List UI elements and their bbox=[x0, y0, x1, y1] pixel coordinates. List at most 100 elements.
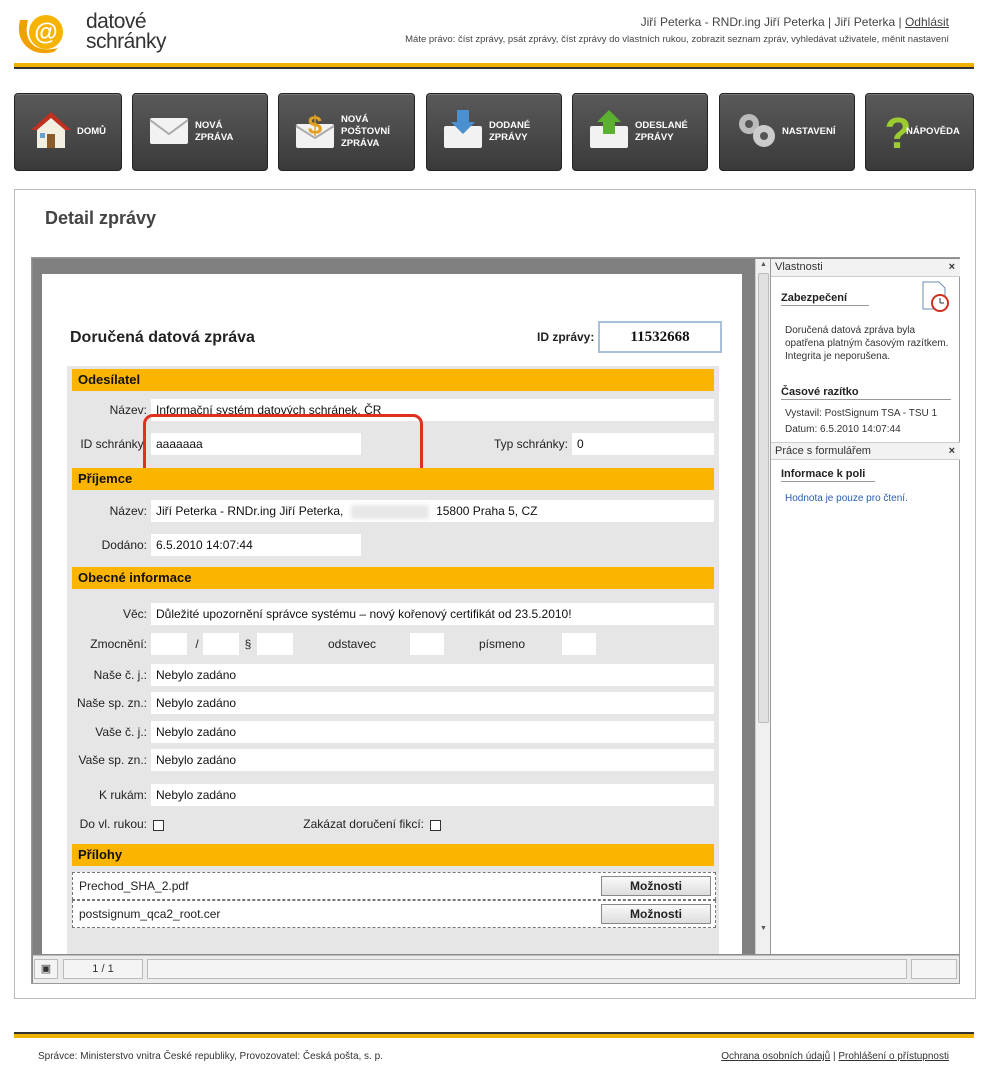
document-page: Doručená datová zpráva ID zprávy: 115326… bbox=[42, 274, 742, 954]
our-ref-label: Naše č. j.: bbox=[93, 668, 147, 682]
recipient-name-label: Název: bbox=[109, 504, 147, 518]
document-title: Doručená datová zpráva bbox=[70, 329, 255, 346]
authorization-label: Zmocnění: bbox=[90, 637, 147, 651]
main-nav: DOMŮ NOVÁ ZPRÁVA $ NOVÁ POŠTOVNÍ ZPRÁVA … bbox=[14, 93, 974, 171]
redacted-block bbox=[350, 504, 429, 519]
svg-text:$: $ bbox=[308, 110, 323, 140]
page-indicator: 1 / 1 bbox=[63, 959, 143, 979]
field-info-heading: Informace k poli bbox=[781, 468, 875, 482]
rights-text: Máte právo: číst zprávy, psát zprávy, čí… bbox=[405, 34, 949, 45]
nav-sent-messages-button[interactable]: ODESLANÉ ZPRÁVY bbox=[572, 93, 708, 171]
dollar-envelope-icon: $ bbox=[295, 110, 335, 148]
authorization-paragraph: § bbox=[244, 637, 252, 651]
header: @ datové schránky Jiří Peterka - RNDr.in… bbox=[0, 0, 990, 70]
header-divider-dark bbox=[14, 67, 974, 69]
recipient-address-value: 15800 Praha 5, CZ bbox=[436, 504, 538, 518]
message-id-field[interactable]: 11532668 bbox=[598, 321, 722, 353]
document-scrollbar[interactable]: ▲ ▼ bbox=[755, 259, 770, 954]
nav-delivered-messages-button[interactable]: DODANÉ ZPRÁVY bbox=[426, 93, 562, 171]
authorization-field-1[interactable] bbox=[151, 633, 187, 655]
attachment-name[interactable]: Prechod_SHA_2.pdf bbox=[79, 879, 188, 893]
nav-new-postal-message-button[interactable]: $ NOVÁ POŠTOVNÍ ZPRÁVA bbox=[278, 93, 415, 171]
box-type-label: Typ schránky: bbox=[493, 437, 568, 451]
logout-link[interactable]: Odhlásit bbox=[905, 15, 949, 29]
our-file-label: Naše sp. zn.: bbox=[76, 696, 147, 710]
attachment-options-button[interactable]: Možnosti bbox=[601, 876, 711, 896]
your-file-field[interactable]: Nebylo zadáno bbox=[151, 749, 714, 771]
recipient-section-header: Příjemce bbox=[72, 468, 714, 490]
no-fiction-label: Zakázat doručení fikcí: bbox=[303, 817, 424, 831]
to-hands-label: K rukám: bbox=[98, 788, 147, 802]
sender-section-header: Odesílatel bbox=[72, 369, 714, 391]
box-type-field[interactable]: 0 bbox=[572, 433, 714, 455]
close-icon[interactable]: × bbox=[949, 259, 955, 276]
gears-icon bbox=[739, 114, 775, 147]
letter-field[interactable] bbox=[562, 633, 596, 655]
attachment-name[interactable]: postsignum_qca2_root.cer bbox=[79, 907, 220, 921]
field-info-text: Hodnota je pouze pro čtení. bbox=[785, 493, 908, 504]
pdf-viewer: Doručená datová zpráva ID zprávy: 115326… bbox=[31, 257, 960, 984]
authorization-field-2[interactable] bbox=[203, 633, 239, 655]
privacy-link[interactable]: Ochrana osobních údajů bbox=[721, 1051, 830, 1062]
your-ref-label: Vaše č. j.: bbox=[95, 725, 147, 739]
authorization-paragraph-field[interactable] bbox=[257, 633, 293, 655]
attachments-section-header: Přílohy bbox=[72, 844, 714, 866]
logo-at-icon: @ bbox=[18, 15, 63, 54]
your-ref-field[interactable]: Nebylo zadáno bbox=[151, 721, 714, 743]
properties-panel: Vlastnosti × Zabezpečení Doručená datová… bbox=[770, 259, 960, 954]
footer-links: Ochrana osobních údajů | Prohlášení o př… bbox=[721, 1051, 949, 1062]
attachment-options-button[interactable]: Možnosti bbox=[601, 904, 711, 924]
inbox-icon bbox=[444, 110, 482, 148]
message-id-label: ID zprávy: bbox=[537, 330, 595, 344]
attachment-row: postsignum_qca2_root.cer Možnosti bbox=[72, 900, 716, 928]
sender-name-label: Název: bbox=[109, 403, 147, 417]
scroll-down-icon[interactable]: ▼ bbox=[760, 925, 767, 932]
page-title: Detail zprávy bbox=[45, 208, 157, 228]
own-hands-label: Do vl. rukou: bbox=[79, 817, 147, 831]
your-file-label: Vaše sp. zn.: bbox=[78, 753, 147, 767]
authorization-slash: / bbox=[195, 637, 199, 651]
subject-label: Věc: bbox=[122, 607, 147, 621]
user-name: Jiří Peterka - RNDr.ing Jiří Peterka | J… bbox=[640, 15, 902, 29]
letter-label: písmeno bbox=[478, 637, 526, 651]
close-icon[interactable]: × bbox=[949, 443, 955, 460]
viewer-statusbar: ▣ 1 / 1 bbox=[33, 955, 959, 983]
recipient-name-value: Jiří Peterka - RNDr.ing Jiří Peterka, bbox=[156, 504, 344, 518]
envelope-icon bbox=[149, 118, 189, 144]
timestamp-issuer: Vystavil: PostSignum TSA - TSU 1 bbox=[785, 408, 938, 419]
own-hands-checkbox[interactable] bbox=[153, 820, 164, 831]
content-panel: Detail zprávy Doručená datová zpráva ID … bbox=[14, 189, 976, 999]
subject-field[interactable]: Důležité upozornění správce systému – no… bbox=[151, 603, 714, 625]
document-props-icon[interactable]: ▣ bbox=[34, 959, 58, 979]
document-clock-icon bbox=[922, 281, 949, 312]
to-hands-field[interactable]: Nebylo zadáno bbox=[151, 784, 714, 806]
footer-operator: Správce: Ministerstvo vnitra České repub… bbox=[38, 1051, 383, 1062]
subsection-field[interactable] bbox=[410, 633, 444, 655]
our-ref-field[interactable]: Nebylo zadáno bbox=[151, 664, 714, 686]
timestamp-date: Datum: 6.5.2010 14:07:44 bbox=[785, 424, 901, 435]
delivered-field[interactable]: 6.5.2010 14:07:44 bbox=[151, 534, 361, 556]
recipient-name-field[interactable]: Jiří Peterka - RNDr.ing Jiří Peterka, 15… bbox=[151, 500, 714, 522]
logo-text: datové schránky bbox=[86, 10, 167, 53]
our-file-field[interactable]: Nebylo zadáno bbox=[151, 692, 714, 714]
logo[interactable]: @ datové schránky bbox=[14, 10, 174, 56]
accessibility-link[interactable]: Prohlášení o přístupnosti bbox=[838, 1051, 949, 1062]
scroll-up-icon[interactable]: ▲ bbox=[760, 261, 767, 268]
nav-new-message-button[interactable]: NOVÁ ZPRÁVA bbox=[132, 93, 268, 171]
nav-settings-button[interactable]: NASTAVENÍ bbox=[719, 93, 855, 171]
subsection-label: odstavec bbox=[327, 637, 377, 651]
delivered-label: Dodáno: bbox=[101, 538, 147, 552]
general-section-header: Obecné informace bbox=[72, 567, 714, 589]
no-fiction-checkbox[interactable] bbox=[430, 820, 441, 831]
nav-home-button[interactable]: DOMŮ bbox=[14, 93, 122, 171]
properties-header: Vlastnosti × bbox=[771, 259, 960, 277]
document-area[interactable]: Doručená datová zpráva ID zprávy: 115326… bbox=[33, 259, 755, 954]
timestamp-heading: Časové razítko bbox=[781, 386, 951, 400]
sender-id-label: ID schránky: bbox=[80, 437, 147, 451]
nav-help-button[interactable]: ? NÁPOVĚDA bbox=[865, 93, 974, 171]
svg-text:@: @ bbox=[34, 19, 57, 46]
scrollbar-thumb[interactable] bbox=[758, 273, 769, 723]
footer-divider bbox=[14, 1034, 974, 1038]
attachment-row: Prechod_SHA_2.pdf Možnosti bbox=[72, 872, 716, 900]
status-field bbox=[147, 959, 907, 979]
